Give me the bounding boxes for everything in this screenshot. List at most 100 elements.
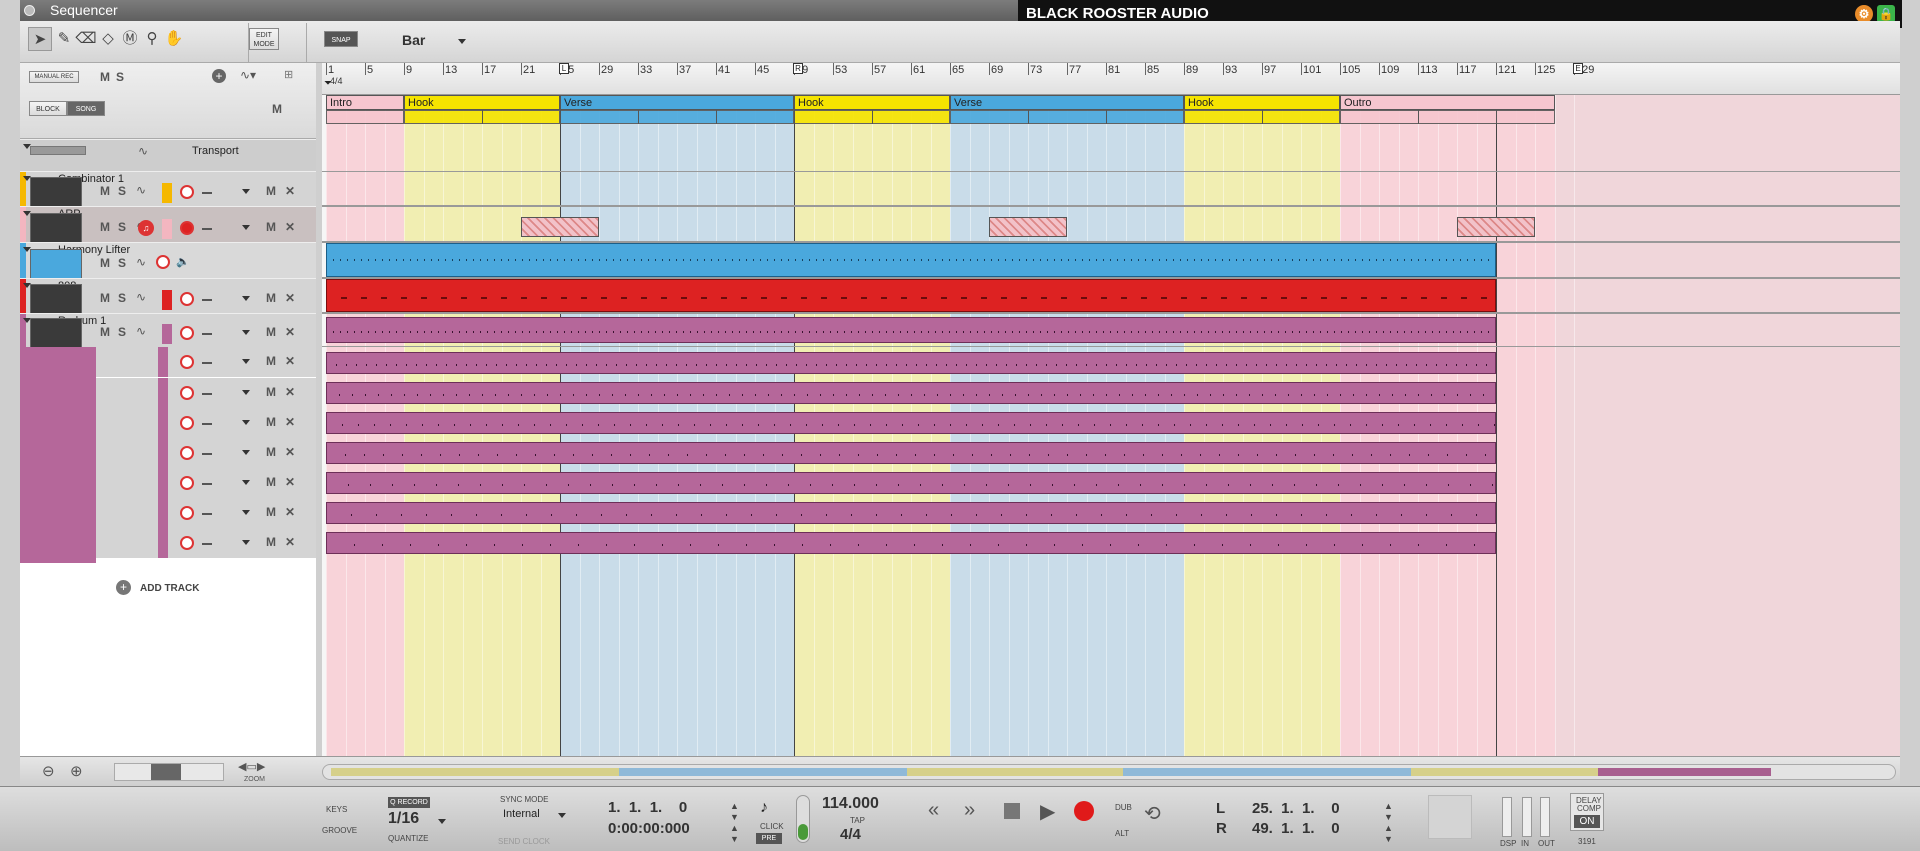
drum-pattern-clip[interactable] <box>326 382 1496 404</box>
lane-dropdown-icon[interactable] <box>242 189 250 194</box>
master-mute-button[interactable]: M <box>100 70 110 84</box>
zoom-in-icon[interactable]: ⊕ <box>70 762 83 780</box>
mute-button[interactable]: M <box>100 220 110 234</box>
track-row[interactable]: ARPMS∿M✕♫ <box>20 206 316 243</box>
locator-marker-end[interactable]: E <box>1573 63 1583 74</box>
window-menu-icon[interactable] <box>24 5 35 16</box>
midi-clip-muted[interactable] <box>989 217 1067 237</box>
snap-value-select[interactable]: Bar <box>402 32 425 48</box>
track-row[interactable]: 808MS∿M✕ <box>20 278 316 314</box>
rewind-button[interactable]: « <box>928 799 939 822</box>
record-enable-button[interactable] <box>180 536 194 550</box>
redrum-lane-row[interactable]: M ✕ <box>96 498 316 528</box>
song-time-display[interactable]: 0:00:00:000 <box>608 820 690 837</box>
fast-forward-button[interactable]: » <box>964 799 975 822</box>
transport-track[interactable]: ∿ Transport <box>20 139 316 171</box>
drum-pattern-clip[interactable] <box>326 352 1496 374</box>
song-block-hook[interactable]: Hook <box>794 95 950 110</box>
mute-button[interactable]: M <box>100 256 110 270</box>
locator-marker-loop_right[interactable]: R <box>793 63 803 74</box>
speaker-icon[interactable]: 🔈 <box>176 255 190 268</box>
delete-lane-button[interactable]: ✕ <box>285 184 295 198</box>
delete-lane-button[interactable]: ✕ <box>285 535 295 549</box>
lane-mute-button[interactable]: M <box>266 535 276 549</box>
lane-dropdown-icon[interactable] <box>242 540 250 545</box>
click-metronome-icon[interactable]: ♪ <box>760 799 768 817</box>
note-clip[interactable] <box>326 279 1496 312</box>
lane-dropdown-icon[interactable] <box>242 480 250 485</box>
lane-mute-button[interactable]: M <box>266 415 276 429</box>
magnify-tool-icon[interactable]: ⚲ <box>140 27 164 51</box>
delete-lane-button[interactable]: ✕ <box>285 354 295 368</box>
time-signature-display[interactable]: 4/4 <box>840 826 861 843</box>
dub-button[interactable]: DUB <box>1115 803 1132 812</box>
edit-mode-button[interactable]: EDIT MODE <box>249 28 279 50</box>
zoom-out-icon[interactable]: ⊖ <box>42 762 55 780</box>
add-track-plus-icon[interactable]: + <box>212 69 226 83</box>
locator-stepper[interactable]: ▲ ▼ ▲ ▼ <box>1384 801 1393 845</box>
song-block-intro[interactable]: Intro <box>326 95 404 110</box>
master-solo-button[interactable]: S <box>116 70 124 84</box>
record-enable-button[interactable] <box>180 416 194 430</box>
mute-button[interactable]: M <box>100 184 110 198</box>
arrangement-area[interactable]: Intro Hook Verse Hook Verse Hook Outro <box>322 63 1900 756</box>
song-block-outro[interactable]: Outro <box>1340 95 1555 110</box>
quantize-value[interactable]: 1/16 <box>388 810 419 828</box>
drum-pattern-clip[interactable] <box>326 472 1496 494</box>
lane-dropdown-icon[interactable] <box>242 390 250 395</box>
lane-dropdown-icon[interactable] <box>242 450 250 455</box>
redrum-lane-row[interactable]: M ✕ <box>96 528 316 558</box>
sync-dropdown-icon[interactable] <box>558 813 566 818</box>
audio-clip[interactable] <box>326 243 1496 277</box>
song-mode-button[interactable]: SONG <box>67 101 105 116</box>
record-enable-button[interactable] <box>180 446 194 460</box>
automation-icon[interactable]: ∿ <box>136 324 146 338</box>
redrum-lane-row[interactable]: M ✕ <box>96 468 316 498</box>
add-track-button[interactable]: ADD TRACK <box>140 583 199 594</box>
record-enable-button[interactable] <box>156 255 170 269</box>
redrum-lane-row[interactable]: M ✕ <box>96 408 316 438</box>
lane-mute-button[interactable]: M <box>266 325 276 339</box>
track-row[interactable]: Combinator 1 M S ∿ M ✕ <box>20 171 316 207</box>
razor-tool-icon[interactable]: ◇ <box>96 27 120 51</box>
drum-pattern-clip[interactable] <box>326 412 1496 434</box>
automation-icon[interactable]: ∿▾ <box>240 68 256 82</box>
eraser-tool-icon[interactable]: ⌫ <box>74 27 98 51</box>
stop-button[interactable] <box>1004 803 1020 819</box>
lane-dropdown-icon[interactable] <box>242 296 250 301</box>
track-row[interactable]: Harmony Lifter M S ∿ 🔈 <box>20 242 316 279</box>
track-height-medium-icon[interactable] <box>151 764 181 780</box>
mute-button[interactable]: M <box>100 325 110 339</box>
q-record-button[interactable]: Q RECORD <box>388 797 430 808</box>
delete-lane-button[interactable]: ✕ <box>285 415 295 429</box>
lane-mute-button[interactable]: M <box>266 475 276 489</box>
lane-dropdown-icon[interactable] <box>242 420 250 425</box>
select-tool-arrow-icon[interactable]: ➤ <box>28 27 52 51</box>
record-button[interactable] <box>1074 801 1094 821</box>
mute-button[interactable]: M <box>100 291 110 305</box>
alt-button[interactable]: ALT <box>1115 829 1129 838</box>
scrollbar-overview[interactable] <box>331 768 1771 776</box>
delete-lane-button[interactable]: ✕ <box>285 220 295 234</box>
lane-mute-button[interactable]: M <box>266 505 276 519</box>
automation-icon[interactable]: ∿ <box>136 290 146 304</box>
add-track-icon[interactable]: + <box>116 580 131 595</box>
delay-comp-on-button[interactable]: ON <box>1574 815 1600 828</box>
loop-icon[interactable]: ⟲ <box>1144 801 1161 826</box>
block-mode-button[interactable]: BLOCK <box>29 101 67 116</box>
quantize-dropdown-icon[interactable] <box>438 819 446 824</box>
drum-pattern-clip[interactable] <box>326 532 1496 554</box>
record-enable-button[interactable] <box>180 221 194 235</box>
pencil-tool-icon[interactable]: ✎ <box>52 27 76 51</box>
track-lane[interactable] <box>322 171 1900 206</box>
delete-lane-button[interactable]: ✕ <box>285 445 295 459</box>
automation-icon[interactable]: ∿ <box>136 183 146 197</box>
automation-icon[interactable]: ∿ <box>138 144 148 158</box>
lane-dropdown-icon[interactable] <box>242 359 250 364</box>
song-block-verse[interactable]: Verse <box>950 95 1184 110</box>
groove-button[interactable]: GROOVE <box>322 826 357 835</box>
drum-pattern-clip[interactable] <box>326 442 1496 464</box>
delete-lane-button[interactable]: ✕ <box>285 475 295 489</box>
record-enable-button[interactable] <box>180 355 194 369</box>
redrum-lane-row[interactable]: M ✕ <box>96 438 316 468</box>
